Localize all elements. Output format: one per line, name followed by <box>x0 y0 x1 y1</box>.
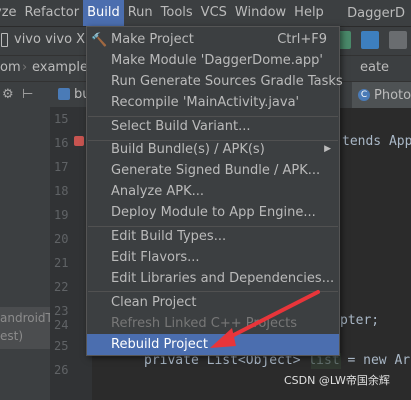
menu-build[interactable]: Build <box>83 0 124 26</box>
line-number: 25 <box>54 339 69 353</box>
menu-item-label: Deploy Module to App Engine... <box>111 205 316 220</box>
menu-run[interactable]: Run <box>124 0 157 26</box>
java-file-icon <box>58 88 70 100</box>
menu-item-clean-project[interactable]: Clean Project <box>87 292 339 313</box>
menu-item-label: Build Bundle(s) / APK(s) <box>111 142 265 157</box>
menu-item-label: Clean Project <box>111 295 197 310</box>
menu-item-analyze-apk[interactable]: Analyze APK... <box>87 181 339 202</box>
project-panel: androidTe est) <box>0 107 58 400</box>
menu-window[interactable]: Window <box>231 0 290 26</box>
menu-item-label: Edit Libraries and Dependencies... <box>111 271 335 286</box>
menu-item-make-module[interactable]: Make Module 'DaggerDome.app' <box>87 50 339 71</box>
menu-item-label: Edit Build Types... <box>111 229 227 244</box>
code-line-24: pter; <box>340 313 380 328</box>
menu-item-label: Rebuild Project <box>111 337 209 352</box>
line-number: 23 <box>54 304 69 318</box>
menu-tools[interactable]: Tools <box>157 0 197 26</box>
menu-item-select-build-variant[interactable]: Select Build Variant... <box>87 116 339 137</box>
menu-item-label: Select Build Variant... <box>111 119 251 134</box>
menu-item-make-project[interactable]: 🔨 Make Project Ctrl+F9 <box>87 29 339 50</box>
menu-item-generate-signed[interactable]: Generate Signed Bundle / APK... <box>87 160 339 181</box>
menu-bar: yze Refactor Build Run Tools VCS Window … <box>0 0 411 26</box>
line-number: 19 <box>54 208 69 222</box>
class-icon: C <box>358 89 370 101</box>
breadcrumb-separator-icon: › <box>22 60 28 75</box>
breadcrumb-com[interactable]: om <box>0 60 21 75</box>
line-number: 26 <box>54 363 69 377</box>
hammer-icon: 🔨 <box>91 33 108 48</box>
menu-item-run-generate-sources[interactable]: Run Generate Sources Gradle Tasks <box>87 71 343 92</box>
line-number: 20 <box>54 232 69 246</box>
line-number: 22 <box>54 280 69 294</box>
menu-item-edit-flavors[interactable]: Edit Flavors... <box>87 247 339 268</box>
menu-item-label: Generate Signed Bundle / APK... <box>111 163 321 178</box>
tree-item-line2: est) <box>0 329 24 343</box>
menu-item-edit-libraries[interactable]: Edit Libraries and Dependencies... <box>87 268 339 289</box>
build-menu: 🔨 Make Project Ctrl+F9 Make Module 'Dagg… <box>86 26 343 356</box>
breadcrumb-example[interactable]: example <box>32 60 88 75</box>
menu-item-label: Analyze APK... <box>111 184 205 199</box>
menu-item-label: Edit Flavors... <box>111 250 200 265</box>
collapse-icon[interactable]: ⊢ <box>22 87 33 102</box>
menu-item-build-bundles[interactable]: Build Bundle(s) / APK(s) ▶ <box>87 139 339 160</box>
line-number: 24 <box>54 318 69 332</box>
menu-item-label: Make Project <box>111 32 194 47</box>
line-number: 17 <box>54 160 69 174</box>
menu-refactor[interactable]: Refactor <box>21 0 84 26</box>
code-line-16: tends App( <box>342 134 411 149</box>
line-number: 18 <box>54 184 69 198</box>
watermark: CSDN @LW帝国余辉 <box>284 374 390 387</box>
line-number: 16 <box>54 136 69 150</box>
menu-vcs[interactable]: VCS <box>197 0 231 26</box>
device-label: vivo vivo X2 <box>14 32 94 47</box>
project-title: DaggerD <box>341 5 411 21</box>
tab-photo-label: Photo <box>374 87 411 103</box>
menu-item-label: Make Module 'DaggerDome.app' <box>111 53 323 68</box>
line-number: 15 <box>54 112 69 126</box>
tab-photo[interactable]: C Photo <box>352 82 411 108</box>
breadcrumb-create[interactable]: eate <box>360 60 389 75</box>
submenu-arrow-icon: ▶ <box>324 144 331 154</box>
menu-item-label: Refresh Linked C++ Projects <box>111 316 298 331</box>
device-icon <box>1 32 8 47</box>
sdk-manager-icon[interactable] <box>389 31 407 49</box>
menu-item-rebuild-project[interactable]: Rebuild Project <box>87 334 339 355</box>
menu-item-refresh-linked-cpp: Refresh Linked C++ Projects <box>87 313 339 334</box>
shortcut-label: Ctrl+F9 <box>277 32 327 47</box>
menu-item-deploy-module[interactable]: Deploy Module to App Engine... <box>87 202 339 223</box>
menu-help[interactable]: Help <box>290 0 328 26</box>
line-number: 21 <box>54 256 69 270</box>
menu-item-recompile[interactable]: Recompile 'MainActivity.java' <box>87 92 339 113</box>
override-marker-icon[interactable] <box>74 136 84 146</box>
menu-item-label: Recompile 'MainActivity.java' <box>111 95 300 110</box>
avd-manager-icon[interactable] <box>361 31 379 49</box>
menu-item-edit-build-types[interactable]: Edit Build Types... <box>87 226 339 247</box>
device-selector[interactable]: vivo vivo X2 <box>0 32 93 47</box>
menu-analyze[interactable]: yze <box>0 0 21 26</box>
menu-item-label: Run Generate Sources Gradle Tasks <box>111 74 343 89</box>
settings-gear-icon[interactable]: ⚙ <box>2 87 14 102</box>
project-tree-selected-item[interactable]: androidTe est) <box>0 307 58 349</box>
